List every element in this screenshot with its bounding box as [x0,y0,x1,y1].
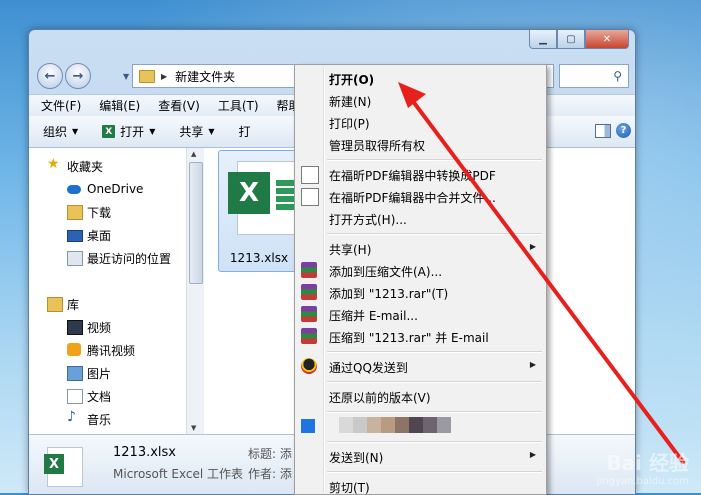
arrow-head [398,82,426,108]
watermark-title: Bai 经验 [606,451,689,475]
annotation-arrow [398,82,685,464]
arrow-shaft [410,98,685,464]
watermark-url: jingyan.baidu.com [596,476,689,487]
baidu-watermark: Bai 经验 jingyan.baidu.com [597,447,689,487]
